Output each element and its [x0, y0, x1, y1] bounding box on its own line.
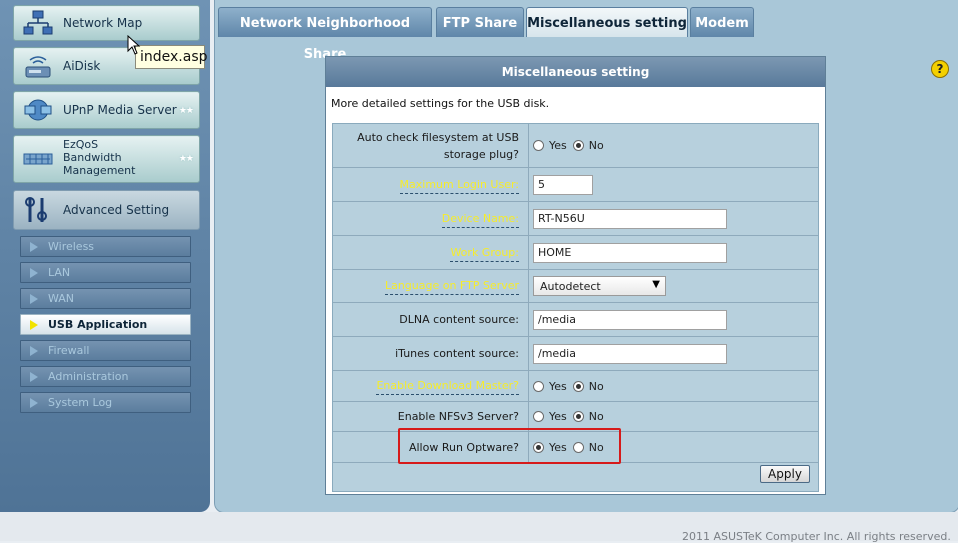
sidebar-item-usb-application[interactable]: USB Application — [20, 314, 191, 335]
row-ftp-language: Language on FTP Server Autodetect ▼ — [333, 270, 818, 303]
tab-network-neighborhood-share[interactable]: Network Neighborhood Share — [218, 7, 432, 62]
radio-label: No — [588, 410, 604, 423]
sidebar-item-wan[interactable]: WAN — [20, 288, 191, 309]
device-name-label[interactable]: Device Name: — [333, 202, 523, 235]
sidebar-item-ezqos[interactable]: EzQoS Bandwidth Management ★★ — [13, 135, 200, 183]
dlna-source-label: DLNA content source: — [399, 313, 519, 326]
stars-icon: ★★ — [178, 154, 194, 164]
download-master-yes-radio[interactable]: Yes — [533, 380, 567, 393]
radio-label: Yes — [549, 410, 567, 423]
radio-label: No — [588, 139, 604, 152]
row-auto-check: Auto check filesystem at USB storage plu… — [333, 124, 818, 168]
row-max-login: Maximum Login User: 5 — [333, 168, 818, 202]
sidebar-item-label: Administration — [48, 370, 129, 383]
triangle-icon — [30, 372, 38, 382]
radio-label: Yes — [549, 139, 567, 152]
panel-title: Miscellaneous setting — [326, 57, 825, 87]
triangle-icon — [30, 268, 38, 278]
sidebar-item-wireless[interactable]: Wireless — [20, 236, 191, 257]
triangle-icon — [30, 320, 38, 330]
row-dlna-source: DLNA content source: /media — [333, 303, 818, 337]
ftp-language-label[interactable]: Language on FTP Server — [333, 270, 523, 302]
sidebar-item-label: WAN — [48, 292, 75, 305]
sidebar-item-label: EzQoS Bandwidth Management — [63, 138, 136, 177]
download-master-label-text: Enable Download Master? — [376, 377, 519, 395]
help-icon[interactable]: ? — [931, 60, 949, 78]
tooltip: index.asp — [135, 45, 208, 69]
aidisk-icon — [25, 56, 51, 78]
row-itunes-source: iTunes content source: /media — [333, 337, 818, 371]
upnp-media-server-icon — [24, 99, 52, 121]
sidebar-item-firewall[interactable]: Firewall — [20, 340, 191, 361]
dropdown-arrow-icon: ▼ — [652, 279, 660, 290]
nfsv3-no-radio[interactable]: No — [572, 410, 604, 423]
dlna-source-input[interactable]: /media — [533, 309, 727, 330]
nfsv3-label: Enable NFSv3 Server? — [397, 410, 519, 423]
stars-icon: ★★ — [178, 106, 194, 116]
row-device-name: Device Name: RT-N56U — [333, 202, 818, 236]
triangle-icon — [30, 294, 38, 304]
auto-check-yes-radio[interactable]: Yes — [533, 139, 567, 152]
tab-modem[interactable]: Modem — [690, 7, 754, 37]
radio-label: No — [588, 379, 604, 393]
download-master-label[interactable]: Enable Download Master? — [333, 371, 523, 401]
device-name-label-text: Device Name: — [441, 210, 519, 228]
max-login-label-text: Maximum Login User: — [399, 176, 519, 194]
triangle-icon — [30, 242, 38, 252]
auto-check-label: Auto check filesystem at USB storage plu… — [357, 130, 519, 161]
row-work-group: Work Group: HOME — [333, 236, 818, 270]
copyright-text: 2011 ASUSTeK Computer Inc. All rights re… — [682, 530, 951, 543]
itunes-source-input[interactable]: /media — [533, 343, 727, 364]
nfsv3-yes-radio[interactable]: Yes — [533, 410, 567, 423]
mouse-cursor-icon — [127, 35, 141, 55]
sidebar-item-advanced-setting[interactable]: Advanced Setting — [13, 190, 200, 230]
tab-miscellaneous-setting[interactable]: Miscellaneous setting — [526, 7, 688, 37]
sidebar-item-label: Wireless — [48, 240, 95, 253]
ftp-language-label-text: Language on FTP Server — [384, 277, 519, 295]
sidebar-item-label: USB Application — [48, 318, 148, 331]
itunes-source-label: iTunes content source: — [395, 347, 519, 360]
panel-description: More detailed settings for the USB disk. — [331, 97, 550, 110]
sidebar-item-lan[interactable]: LAN — [20, 262, 191, 283]
max-login-input[interactable]: 5 — [533, 174, 593, 195]
ezqos-icon — [23, 153, 53, 165]
sidebar: Network Map AiDisk ★★ UPnP Media Server … — [0, 0, 210, 512]
sidebar-item-label: LAN — [48, 266, 71, 279]
apply-button[interactable]: Apply — [760, 465, 810, 483]
ftp-language-value: Autodetect — [540, 280, 601, 293]
sidebar-item-label: Advanced Setting — [63, 203, 170, 217]
auto-check-no-radio[interactable]: No — [572, 139, 604, 152]
sidebar-item-network-map[interactable]: Network Map — [13, 5, 200, 41]
sidebar-item-label: UPnP Media Server — [63, 103, 177, 117]
advanced-setting-icon — [25, 197, 47, 222]
highlight-box — [398, 428, 621, 464]
work-group-label[interactable]: Work Group: — [333, 236, 523, 269]
network-map-icon — [23, 10, 53, 35]
sidebar-item-label: System Log — [48, 396, 113, 409]
sidebar-item-label: AiDisk — [63, 59, 101, 73]
ftp-language-select[interactable]: Autodetect ▼ — [533, 276, 666, 296]
triangle-icon — [30, 346, 38, 356]
download-master-no-radio[interactable]: No — [572, 379, 604, 393]
sidebar-item-administration[interactable]: Administration — [20, 366, 191, 387]
work-group-label-text: Work Group: — [450, 244, 519, 262]
sidebar-item-label: Network Map — [63, 16, 143, 30]
work-group-input[interactable]: HOME — [533, 242, 727, 263]
radio-label: Yes — [549, 379, 567, 393]
sidebar-item-upnp-media-server[interactable]: UPnP Media Server ★★ — [13, 91, 200, 129]
device-name-input[interactable]: RT-N56U — [533, 208, 727, 229]
sidebar-item-system-log[interactable]: System Log — [20, 392, 191, 413]
sidebar-item-label: Firewall — [48, 344, 90, 357]
max-login-label[interactable]: Maximum Login User: — [333, 168, 523, 201]
tab-ftp-share[interactable]: FTP Share — [436, 7, 524, 37]
triangle-icon — [30, 398, 38, 408]
row-download-master: Enable Download Master? Yes No — [333, 371, 818, 402]
